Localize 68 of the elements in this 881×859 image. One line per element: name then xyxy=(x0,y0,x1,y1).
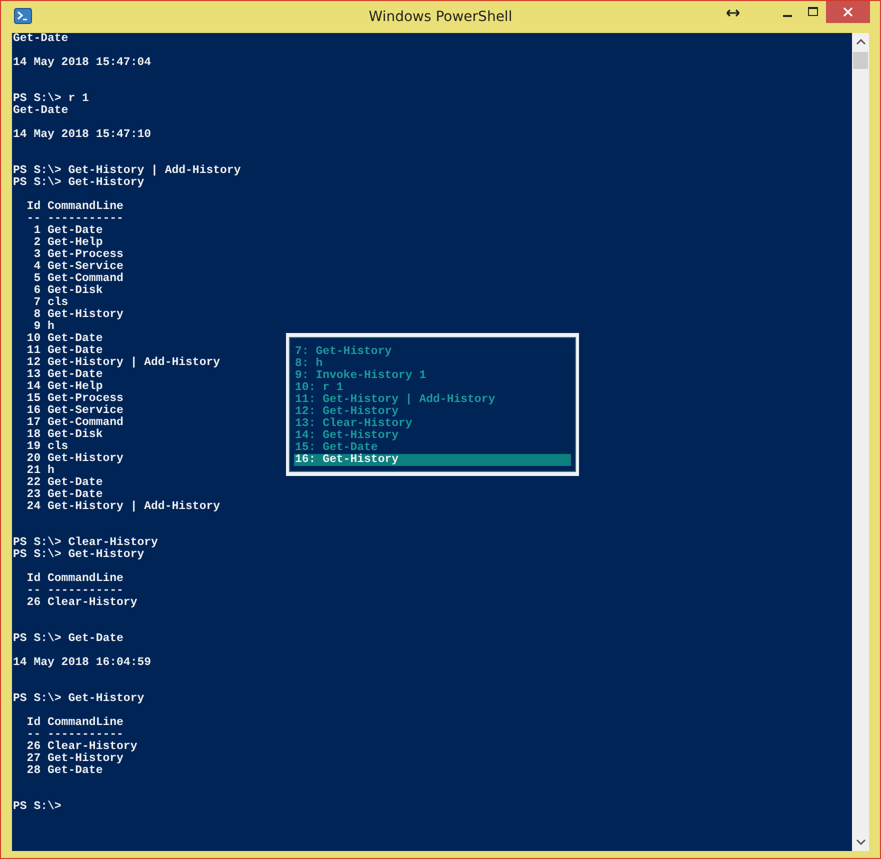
console-line: 21 h xyxy=(26,465,54,477)
history-item[interactable]: 8: h xyxy=(294,358,571,370)
console-line: -- ----------- xyxy=(26,585,124,597)
history-item[interactable]: 15: Get-Date xyxy=(294,442,571,454)
history-item[interactable]: 12: Get-History xyxy=(294,406,571,418)
scroll-up-icon[interactable] xyxy=(856,39,866,45)
console-line: Get-Date xyxy=(13,33,68,45)
console-line: 9 h xyxy=(32,321,54,333)
console-line: -- ----------- xyxy=(26,213,124,225)
history-item[interactable]: 9: Invoke-History 1 xyxy=(294,370,571,382)
history-item[interactable]: 11: Get-History | Add-History xyxy=(294,394,571,406)
console-line: 19 cls xyxy=(26,441,68,453)
console-line: 18 Get-Disk xyxy=(26,429,103,441)
console-line: PS S:\> xyxy=(13,801,62,813)
console-line: 14 Get-Help xyxy=(26,381,103,393)
console-line: PS S:\> Get-History xyxy=(13,177,144,189)
console-line: 10 Get-Date xyxy=(26,333,103,345)
console-line: 15 Get-Process xyxy=(26,393,124,405)
console-line: PS S:\> r 1 xyxy=(13,93,89,105)
close-icon xyxy=(843,7,853,17)
powershell-icon[interactable] xyxy=(14,8,32,24)
console-line: 2 Get-Help xyxy=(32,237,103,249)
console-line: 8 Get-History xyxy=(32,309,124,321)
console-line: 14 May 2018 16:04:59 xyxy=(13,657,152,669)
console-line: PS S:\> Get-History | Add-History xyxy=(13,165,241,177)
close-button[interactable] xyxy=(826,1,870,23)
console-line: 3 Get-Process xyxy=(32,249,124,261)
console-line: 4 Get-Service xyxy=(32,261,124,273)
resize-arrows-icon[interactable] xyxy=(726,9,740,17)
window-title: Windows PowerShell xyxy=(368,9,512,25)
console-line: 13 Get-Date xyxy=(26,369,103,381)
console-line: 14 May 2018 15:47:10 xyxy=(13,129,152,141)
vertical-scrollbar[interactable] xyxy=(852,33,869,851)
minimize-icon xyxy=(782,15,792,17)
console-line: -- ----------- xyxy=(26,729,124,741)
history-item[interactable]: 10: r 1 xyxy=(294,382,571,394)
history-item[interactable]: 7: Get-History xyxy=(294,346,571,358)
console-line: 11 Get-Date xyxy=(26,345,103,357)
console-line: 26 Clear-History xyxy=(26,597,138,609)
scrollbar-thumb[interactable] xyxy=(853,52,868,69)
history-item[interactable]: 16: Get-History xyxy=(294,454,571,466)
console-line: 14 May 2018 15:47:04 xyxy=(13,57,152,69)
console-line: Id CommandLine xyxy=(26,573,124,585)
console-line: 1 Get-Date xyxy=(32,225,103,237)
console-line: 16 Get-Service xyxy=(26,405,124,417)
console-line: 12 Get-History | Add-History xyxy=(26,357,220,369)
console-line: 5 Get-Command xyxy=(32,273,124,285)
console-line: PS S:\> Get-History xyxy=(13,693,144,705)
console-line: Id CommandLine xyxy=(26,717,124,729)
console-line: 24 Get-History | Add-History xyxy=(26,501,220,513)
scroll-down-icon[interactable] xyxy=(856,839,866,845)
maximize-icon xyxy=(808,7,818,17)
console-line: 27 Get-History xyxy=(26,753,124,765)
console-line: PS S:\> Get-History xyxy=(13,549,144,561)
console-line: 23 Get-Date xyxy=(26,489,103,501)
history-item[interactable]: 13: Clear-History xyxy=(294,418,571,430)
console-line: 20 Get-History xyxy=(26,453,124,465)
console-line: Get-Date xyxy=(13,105,68,117)
history-item[interactable]: 14: Get-History xyxy=(294,430,571,442)
console-line: 7 cls xyxy=(32,297,68,309)
console-line: 22 Get-Date xyxy=(26,477,103,489)
console-line: Id CommandLine xyxy=(26,201,124,213)
console-line: PS S:\> Get-Date xyxy=(13,633,124,645)
console-line: PS S:\> Clear-History xyxy=(13,537,158,549)
console-line: 28 Get-Date xyxy=(26,765,103,777)
console-line: 26 Clear-History xyxy=(26,741,138,753)
console-line: 17 Get-Command xyxy=(26,417,124,429)
console-line: 6 Get-Disk xyxy=(32,285,103,297)
